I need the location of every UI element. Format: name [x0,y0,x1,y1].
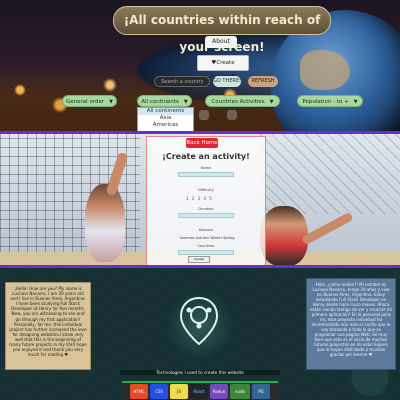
redux-icon: Redux [210,384,228,399]
name-label: Name [200,166,212,170]
form-title: ¡Create an activity! [162,152,250,161]
react-icon: React [190,384,208,399]
activities-select-label: Countries Activities [211,99,265,105]
chevron-down-icon: ▼ [269,99,274,105]
countries-select[interactable] [178,250,234,255]
chevron-down-icon: ▼ [353,99,358,105]
population-select-label: Population - to + [302,99,349,105]
chevron-down-icon: ▼ [183,99,188,105]
create-submit-button[interactable]: Create [188,256,210,263]
location-pin-icon [179,296,219,346]
seasons-label: Seasons [198,228,214,232]
back-home-button[interactable]: Back Home [186,138,218,148]
css-icon: CSS [150,384,168,399]
bio-card-spanish: Hola, ¿cómo andan?! Mi nombre es Luciano… [306,278,396,370]
season-checkboxes[interactable]: Summer Autumn Winter Spring [173,236,241,240]
faded-placeholder [227,110,237,120]
order-select-label: General order [66,99,105,105]
player-image [260,206,308,265]
faded-placeholder [199,110,209,120]
technologies-caption: Technologies I used to create this websi… [120,370,280,375]
create-activity-button[interactable]: ♥Create Activity♥ [197,55,249,80]
population-select[interactable]: Population - to + ▼ [297,95,363,107]
continent-dropdown[interactable]: All continents Asia Americas [137,107,194,133]
postgres-icon: PG [252,384,270,399]
refresh-button[interactable]: REFRESH [248,76,278,87]
difficulty-radios[interactable]: 1 2 3 4 5 [186,196,213,201]
technologies-strip: HTML CSS JS React Redux node PG [122,381,278,400]
duration-input[interactable] [178,213,234,218]
countries-label: Countries [197,244,215,248]
player-image [85,184,125,262]
activities-select[interactable]: Countries Activities ▼ [205,95,280,107]
continent-option[interactable]: All continents [138,108,193,115]
player-arm-image [301,211,354,246]
continent-option[interactable]: Asia [138,115,193,122]
continent-select-label: All continents [141,99,179,105]
go-there-button[interactable]: GO THERE! [213,76,241,87]
name-input[interactable] [178,172,234,177]
chevron-down-icon: ▼ [109,99,113,105]
page-title: ¡All countries within reach of your scre… [113,6,331,54]
node-icon: node [230,384,250,399]
bio-card-english: ¡Hello! How are you? My name is Luciano … [5,282,91,370]
difficulty-label: Difficulty [198,188,214,192]
continent-select[interactable]: All continents ▼ [137,95,192,107]
html-icon: HTML [130,384,148,399]
duration-label: Duration [198,207,214,211]
volleyball-net-image [260,134,400,214]
order-select[interactable]: General order ▼ [62,95,117,107]
search-input[interactable]: Search a country [154,76,210,87]
continent-option[interactable]: Americas [138,122,193,129]
about-button[interactable]: About [205,36,237,48]
js-icon: JS [170,384,188,399]
